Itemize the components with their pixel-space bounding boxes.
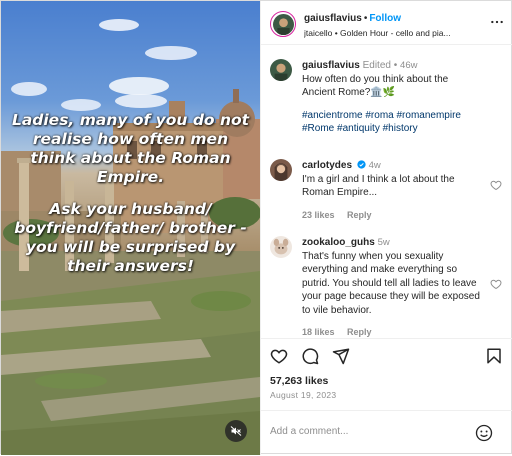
reply-button[interactable]: Reply [347, 210, 372, 220]
caption-username[interactable]: gaiusflavius [302, 60, 360, 71]
edited-label: Edited [362, 60, 391, 71]
comment-body: carlotydes 4w I'm a girl and I think a l… [302, 159, 482, 222]
follow-button[interactable]: Follow [369, 13, 401, 24]
comment-username[interactable]: zookaloo_guhs [302, 237, 375, 248]
comments-list[interactable]: gaiusflavius Edited • 46w How often do y… [261, 46, 512, 338]
mute-button[interactable] [225, 420, 247, 442]
comment-text: I'm a girl and I think a lot about the R… [302, 173, 455, 199]
profile-picture [272, 13, 294, 35]
profile-picture [270, 159, 292, 181]
avatar[interactable] [270, 11, 296, 37]
add-comment-bar: Add a comment... [261, 410, 512, 456]
avatar[interactable] [270, 59, 292, 81]
profile-picture [270, 236, 292, 258]
heart-icon[interactable] [490, 179, 502, 191]
post-media[interactable]: Ladies, many of you do not realise how o… [1, 1, 260, 455]
more-horizontal-icon[interactable] [490, 15, 504, 29]
header-username[interactable]: gaiusflavius [304, 13, 362, 24]
caption-hashtags[interactable]: #ancientrome #roma #romanempire #Rome #a… [302, 109, 482, 136]
caption-text: How often do you think about the Ancient… [302, 73, 449, 99]
instagram-post: Ladies, many of you do not realise how o… [0, 0, 512, 455]
comment-icon[interactable] [301, 347, 319, 365]
likes-count[interactable]: 57,263 likes [270, 375, 328, 387]
overlay-line-2: Ask your husband/ boyfriend/father/ brot… [14, 200, 247, 275]
separator-dot: • [393, 60, 398, 71]
separator-dot: • [363, 13, 368, 24]
comment-time[interactable]: 4w [369, 160, 381, 171]
post-header: gaiusflavius • Follow jtaicello • Golden H… [261, 1, 512, 45]
verified-badge-icon [357, 160, 366, 169]
comment-input[interactable]: Add a comment... [270, 426, 470, 437]
post-actions: 57,263 likes August 19, 2023 Add a comme… [261, 338, 512, 455]
overlay-caption: Ladies, many of you do not realise how o… [9, 111, 252, 289]
audio-track-link[interactable]: jtaicello • Golden Hour - cello and pia.… [304, 28, 504, 38]
profile-picture [270, 59, 292, 81]
heart-icon[interactable] [490, 278, 502, 290]
comment-username[interactable]: carlotydes [302, 160, 352, 171]
comment-likes[interactable]: 23 likes [302, 210, 335, 220]
heart-icon[interactable] [270, 347, 288, 365]
caption-body: gaiusflavius Edited • 46w How often do y… [302, 59, 482, 136]
emoji-icon[interactable] [475, 424, 493, 442]
caption-time[interactable]: 46w [400, 60, 417, 71]
comment-body: zookaloo_guhs 5w That's funny when you s… [302, 236, 482, 338]
post-details-panel: gaiusflavius • Follow jtaicello • Golden H… [260, 1, 512, 455]
comment-likes[interactable]: 18 likes [302, 327, 335, 337]
overlay-line-1: Ladies, many of you do not realise how o… [11, 111, 250, 186]
speaker-muted-icon [230, 426, 242, 436]
header-user-line: gaiusflavius • Follow [304, 13, 401, 24]
comment-time[interactable]: 5w [378, 237, 390, 248]
avatar[interactable] [270, 236, 292, 258]
comment-text: That's funny when you sexuality everythi… [302, 250, 480, 316]
share-icon[interactable] [332, 347, 350, 365]
reply-button[interactable]: Reply [347, 327, 372, 337]
comment-meta: 23 likes Reply [302, 209, 482, 223]
bookmark-icon[interactable] [485, 347, 503, 365]
post-date[interactable]: August 19, 2023 [270, 390, 336, 400]
avatar[interactable] [270, 159, 292, 181]
comment-meta: 18 likes Reply [302, 326, 482, 338]
